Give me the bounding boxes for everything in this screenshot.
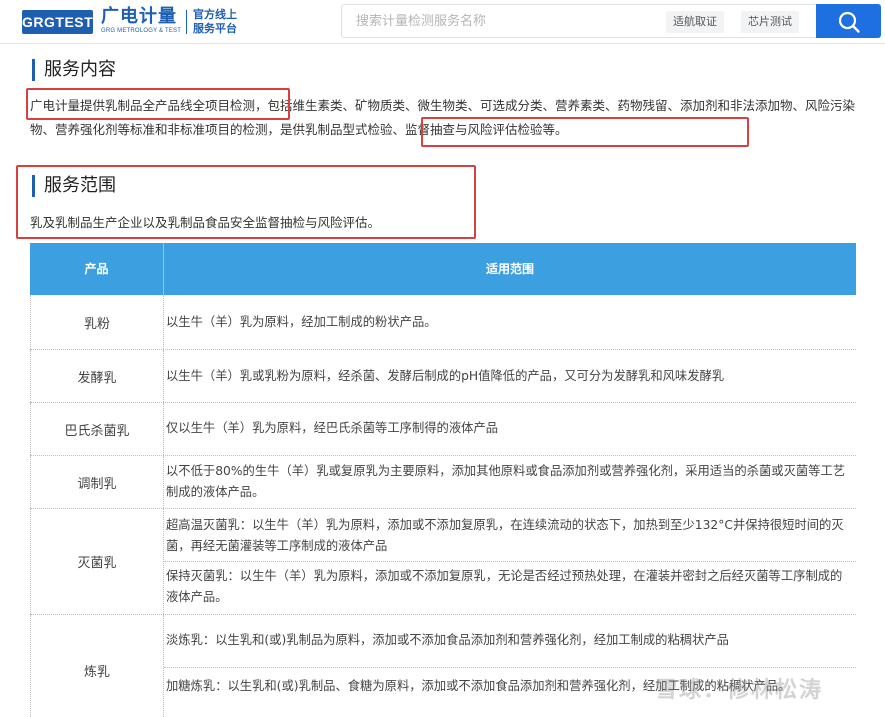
table-row: 灭菌乳 超高温灭菌乳：以生牛（羊）乳为原料，添加或不添加复原乳，在连续流动的状态… [30, 509, 856, 615]
search-tag-chip-test[interactable]: 芯片测试 [741, 11, 799, 33]
sub-row-divider [164, 561, 856, 562]
column-header-product: 产品 [30, 243, 164, 295]
highlight-box-scope [16, 165, 476, 239]
table-row: 调制乳 以不低于80%的生牛（羊）乳或复原乳为主要原料，添加其他原料或食品添加剂… [30, 456, 856, 509]
brand-name-cn: 广电计量 [101, 6, 177, 27]
search-button[interactable] [816, 4, 881, 38]
slogan-line1: 官方线上 [193, 8, 237, 21]
product-name: 乳粉 [30, 295, 164, 349]
watermark: 雪球：修林松涛 [655, 678, 824, 703]
product-description: 保持灭菌乳：以生牛（羊）乳为原料，添加或不添加复原乳，无论是否经过预热处理，在灌… [166, 569, 843, 604]
product-description: 以不低于80%的生牛（羊）乳或复原乳为主要原料，添加其他原料或食品添加剂或营养强… [166, 464, 846, 499]
slogan: 官方线上 服务平台 [193, 8, 237, 36]
brand-divider [186, 10, 187, 34]
site-header: GRGTEST 广电计量 GRG METROLOGY & TEST 官方线上 服… [0, 0, 885, 44]
product-name: 调制乳 [30, 456, 164, 508]
product-name: 发酵乳 [30, 350, 164, 402]
table-row: 发酵乳 以生牛（羊）乳或乳粉为原料，经杀菌、发酵后制成的pH值降低的产品，又可分… [30, 350, 856, 403]
table-header: 产品 适用范围 [30, 243, 856, 295]
grgtest-logo[interactable]: GRGTEST [22, 10, 93, 34]
table-row: 乳粉 以生牛（羊）乳为原料，经加工制成的粉状产品。 [30, 295, 856, 350]
search-input[interactable] [356, 5, 656, 37]
search-tag-airworthiness[interactable]: 适航取证 [666, 11, 724, 33]
product-description: 淡炼乳：以生乳和(或)乳制品为原料，添加或不添加食品添加剂和营养强化剂，经加工制… [166, 633, 729, 647]
slogan-line2: 服务平台 [193, 22, 237, 35]
product-description: 以生牛（羊）乳或乳粉为原料，经杀菌、发酵后制成的pH值降低的产品，又可分为发酵乳… [166, 369, 725, 383]
brand-name-en: GRG METROLOGY & TEST [101, 28, 182, 34]
product-description: 以生牛（羊）乳为原料，经加工制成的粉状产品。 [166, 315, 437, 329]
service-content-title: 服务内容 [32, 59, 116, 81]
sub-row-divider [164, 667, 856, 668]
search-icon [838, 11, 860, 33]
product-description: 仅以生牛（羊）乳为原料，经巴氏杀菌等工序制得的液体产品 [166, 421, 499, 435]
highlight-box-full-line [26, 88, 290, 120]
search-box: 适航取证 芯片测试 [341, 4, 817, 38]
product-description: 超高温灭菌乳：以生牛（羊）乳为原料，添加或不添加复原乳，在连续流动的状态下，加热… [166, 518, 844, 553]
brand[interactable]: 广电计量 GRG METROLOGY & TEST [101, 7, 181, 35]
table-row: 巴氏杀菌乳 仅以生牛（羊）乳为原料，经巴氏杀菌等工序制得的液体产品 [30, 403, 856, 456]
product-name: 巴氏杀菌乳 [30, 403, 164, 455]
column-header-scope: 适用范围 [485, 262, 534, 276]
highlight-box-inspection [421, 117, 749, 147]
product-name: 灭菌乳 [30, 509, 164, 614]
product-name: 炼乳 [30, 615, 164, 717]
